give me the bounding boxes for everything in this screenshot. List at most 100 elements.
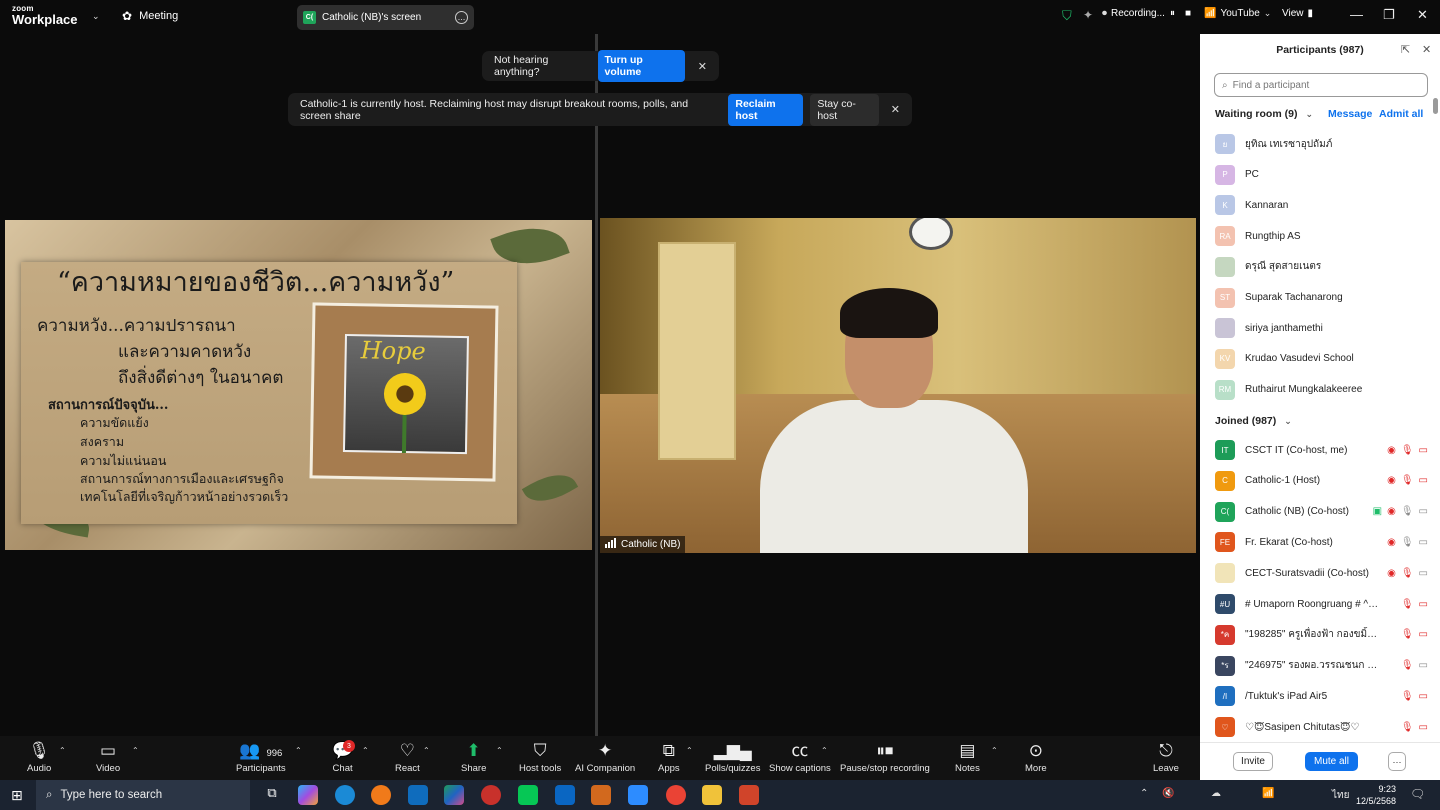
polls-button[interactable]: ▂▆▄ Polls/quizzes: [705, 742, 760, 775]
youtube-stream-menu[interactable]: 📶 YouTube ⌄: [1204, 8, 1271, 19]
mic-off-icon[interactable]: 🎙: [1401, 660, 1414, 671]
stay-cohost-button[interactable]: Stay co-host: [810, 93, 879, 126]
folder-icon[interactable]: [702, 785, 722, 805]
cam-off-icon[interactable]: ▭: [1419, 691, 1428, 702]
acrobat-icon[interactable]: [481, 785, 501, 805]
mic-icon[interactable]: 🎙: [1401, 506, 1414, 517]
view-menu[interactable]: View ▮: [1282, 8, 1313, 19]
reclaim-host-button[interactable]: Reclaim host: [728, 93, 804, 126]
mic-off-icon[interactable]: 🎙: [1401, 629, 1414, 640]
chevron-up-icon[interactable]: ⌃: [132, 746, 139, 755]
eye-off-icon[interactable]: ◉: [1387, 568, 1396, 579]
participant-row[interactable]: ย ยุทิณ เทเรซาอุปถัมภ์: [1215, 131, 1428, 157]
cloud-icon[interactable]: ☁: [1211, 788, 1221, 799]
chevron-up-icon[interactable]: ⌃: [496, 746, 503, 755]
mic-icon[interactable]: 🎙: [1401, 537, 1414, 548]
pause-recording-icon[interactable]: ⏸: [1170, 8, 1175, 19]
windows-start-icon[interactable]: ⊞: [11, 787, 23, 804]
react-button[interactable]: ♡ React: [395, 742, 420, 775]
taskbar-clock[interactable]: 9:23 12/5/2568: [1356, 783, 1396, 807]
ai-companion-button[interactable]: ✦ AI Companion: [575, 742, 635, 775]
shield-icon[interactable]: ⛉: [1062, 8, 1072, 24]
apps-button[interactable]: ⧉ Apps: [658, 742, 680, 775]
participant-row[interactable]: *ค "198285" ครูเพื่องฟ้า กองขมิ้น รร.อั..…: [1215, 622, 1428, 648]
mic-off-icon[interactable]: 🎙: [1401, 475, 1414, 486]
participant-row[interactable]: CECT-Suratsvadii (Co-host) ◉ 🎙 ▭: [1215, 560, 1428, 586]
m365-icon[interactable]: [444, 785, 464, 805]
outlook-icon[interactable]: [408, 785, 428, 805]
wifi-icon[interactable]: 📶: [1262, 788, 1274, 799]
message-link[interactable]: Message: [1328, 108, 1372, 120]
stop-recording-icon[interactable]: ■: [1185, 8, 1191, 19]
pause-stop-recording-button[interactable]: ⏸⏹ Pause/stop recording: [840, 742, 930, 775]
cam-icon[interactable]: ▭: [1419, 568, 1428, 579]
participant-row[interactable]: /I/Tuktuk's iPad Air5 🎙 ▭: [1215, 683, 1428, 709]
close-icon[interactable]: ✕: [698, 60, 707, 73]
notifications-icon[interactable]: 🗨: [1410, 787, 1425, 801]
share-button[interactable]: ⬆ Share: [461, 742, 486, 775]
mute-all-button[interactable]: Mute all: [1305, 752, 1358, 771]
tray-chevron-icon[interactable]: ⌃: [1140, 788, 1148, 799]
chevron-up-icon[interactable]: ⌃: [59, 746, 66, 755]
more-options-icon[interactable]: ···: [1388, 752, 1406, 771]
participant-row[interactable]: siriya janthamethi: [1215, 315, 1428, 341]
chrome-icon[interactable]: [666, 785, 686, 805]
close-icon[interactable]: ✕: [1422, 43, 1431, 56]
app-icon[interactable]: [591, 785, 611, 805]
chevron-up-icon[interactable]: ⌃: [821, 746, 828, 755]
chevron-up-icon[interactable]: ⌃: [686, 746, 693, 755]
cam-off-icon[interactable]: ▭: [1419, 599, 1428, 610]
screen-share-pill[interactable]: C( Catholic (NB)'s screen …: [297, 5, 474, 30]
mic-off-icon[interactable]: 🎙: [1401, 568, 1414, 579]
panel-scrollbar[interactable]: [1433, 98, 1438, 114]
more-options-icon[interactable]: …: [455, 11, 468, 24]
eye-off-icon[interactable]: ◉: [1387, 506, 1396, 517]
participant-row[interactable]: RA Rungthip AS: [1215, 223, 1428, 249]
participant-row[interactable]: ♡ ♡😇Sasipen Chitutas😇♡ 🎙 ▭: [1215, 714, 1428, 740]
search-input[interactable]: Find a participant: [1233, 80, 1310, 91]
audio-button[interactable]: 🎙 Audio: [27, 742, 51, 775]
eye-off-icon[interactable]: ◉: [1387, 475, 1396, 486]
taskbar-search-input[interactable]: Type here to search: [60, 789, 162, 801]
invite-button[interactable]: Invite: [1233, 752, 1273, 771]
sparkle-icon[interactable]: ✦: [1083, 8, 1093, 22]
leave-button[interactable]: ⎋ Leave: [1153, 742, 1179, 775]
cam-off-icon[interactable]: ▭: [1419, 445, 1428, 456]
pop-out-icon[interactable]: ⇱: [1401, 43, 1410, 56]
participant-row[interactable]: KV Krudao Vasudevi School: [1215, 346, 1428, 372]
close-icon[interactable]: ✕: [891, 103, 900, 116]
cam-icon[interactable]: ▭: [1419, 660, 1428, 671]
waiting-room-header[interactable]: Waiting room (9) ⌄: [1215, 108, 1313, 120]
firefox-icon[interactable]: [371, 785, 391, 805]
participant-row[interactable]: RM Ruthairut Mungkalakeeree: [1215, 377, 1428, 403]
mic-off-icon[interactable]: 🎙: [1401, 445, 1414, 456]
cam-off-icon[interactable]: ▭: [1419, 629, 1428, 640]
copilot-icon[interactable]: [298, 785, 318, 805]
participants-button[interactable]: 👥 996 Participants: [236, 742, 286, 775]
participant-row[interactable]: #U # Umaporn Roongruang # ^_... 🎙 ▭: [1215, 591, 1428, 617]
chevron-up-icon[interactable]: ⌃: [362, 746, 369, 755]
minimize-icon[interactable]: —: [1350, 7, 1363, 22]
mic-off-icon[interactable]: 🎙: [1401, 691, 1414, 702]
participant-row[interactable]: ดรุณี สุดสายเนตร: [1215, 254, 1428, 280]
mic-off-icon[interactable]: 🎙: [1401, 599, 1414, 610]
notes-button[interactable]: ▤ Notes: [955, 742, 980, 775]
participant-row[interactable]: IT CSCT IT (Co-host, me) ◉ 🎙 ▭: [1215, 437, 1428, 463]
language-indicator[interactable]: ไทย: [1332, 788, 1349, 803]
participant-row[interactable]: ST Suparak Tachanarong: [1215, 285, 1428, 311]
chevron-down-icon[interactable]: ⌄: [92, 11, 100, 22]
zoom-taskbar-icon[interactable]: [628, 785, 648, 805]
turn-up-volume-button[interactable]: Turn up volume: [597, 50, 685, 82]
participant-search[interactable]: ⌕ Find a participant: [1214, 73, 1428, 97]
eye-off-icon[interactable]: ◉: [1387, 537, 1396, 548]
edge-icon[interactable]: [335, 785, 355, 805]
host-tools-button[interactable]: ⛉ Host tools: [519, 742, 561, 775]
video-button[interactable]: ▭ Video: [96, 742, 120, 775]
participant-row[interactable]: K Kannaran: [1215, 192, 1428, 218]
close-icon[interactable]: ✕: [1417, 7, 1428, 23]
restore-icon[interactable]: ❐: [1383, 7, 1395, 23]
chat-button[interactable]: 💬 3 Chat: [332, 740, 355, 774]
powerpoint-icon[interactable]: [739, 785, 759, 805]
cam-icon[interactable]: ▭: [1419, 537, 1428, 548]
mic-off-icon[interactable]: 🎙: [1401, 722, 1414, 733]
